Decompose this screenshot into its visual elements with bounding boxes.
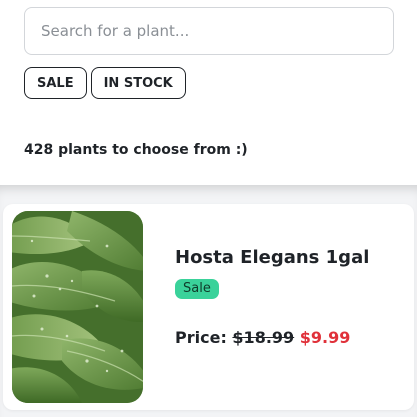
- search-box[interactable]: [24, 7, 394, 55]
- search-input[interactable]: [25, 8, 393, 54]
- product-card[interactable]: Hosta Elegans 1gal Sale Price: $18.99 $9…: [3, 204, 414, 410]
- plant-shop-page: SALE IN STOCK 428 plants to choose from …: [0, 0, 417, 417]
- hosta-leaves-image: [12, 211, 143, 403]
- price-label: Price:: [175, 328, 227, 347]
- filter-bar: SALE IN STOCK: [24, 67, 186, 99]
- results-count: 428 plants to choose from :): [24, 142, 248, 158]
- sale-price: $9.99: [299, 328, 351, 347]
- product-image: [12, 211, 143, 403]
- sale-filter-button[interactable]: SALE: [24, 67, 87, 99]
- in-stock-filter-button[interactable]: IN STOCK: [90, 67, 186, 99]
- price-line: Price: $18.99 $9.99: [175, 328, 350, 347]
- original-price: $18.99: [232, 328, 295, 347]
- product-title: Hosta Elegans 1gal: [175, 247, 370, 268]
- sale-badge: Sale: [175, 279, 219, 299]
